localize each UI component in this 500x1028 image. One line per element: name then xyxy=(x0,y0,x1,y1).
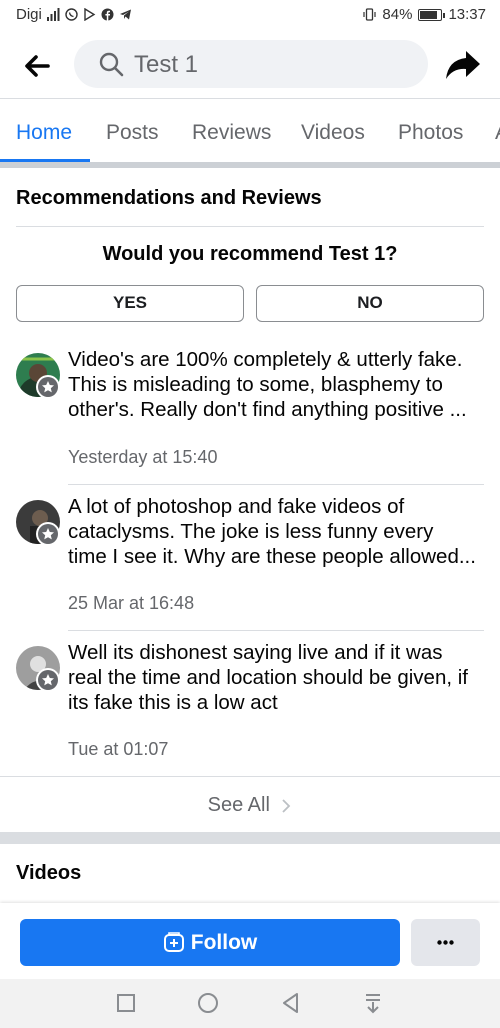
more-dots-icon xyxy=(437,940,454,945)
chevron-right-icon xyxy=(282,799,291,813)
reviewer-badge-icon xyxy=(36,375,60,399)
search-text: Test 1 xyxy=(134,51,199,78)
follow-label: Follow xyxy=(190,931,258,954)
tab-photos[interactable]: Photos xyxy=(398,121,463,145)
back-arrow-icon[interactable] xyxy=(20,49,54,83)
follow-icon xyxy=(163,932,184,952)
notification-pull-icon[interactable] xyxy=(361,991,385,1015)
reviewer-badge-icon xyxy=(36,668,60,692)
section-divider xyxy=(0,162,500,168)
whatsapp-icon xyxy=(65,8,78,21)
tab-posts[interactable]: Posts xyxy=(106,121,159,145)
review-time: 25 Mar at 16:48 xyxy=(68,593,195,613)
status-bar: Digi 84% 13:37 xyxy=(0,0,500,32)
section-divider xyxy=(0,832,500,844)
page-tabs: Home Posts Reviews Videos Photos A xyxy=(0,98,500,164)
review-time: Yesterday at 15:40 xyxy=(68,447,218,467)
review-text: Video's are 100% completely & utterly fa… xyxy=(68,348,467,421)
top-bar: Test 1 xyxy=(0,32,500,98)
search-icon xyxy=(99,52,124,77)
play-icon xyxy=(84,8,96,21)
search-input[interactable]: Test 1 xyxy=(74,40,428,88)
battery-icon xyxy=(418,8,446,21)
action-bar: Follow xyxy=(0,903,500,979)
carrier-label: Digi xyxy=(16,6,42,23)
divider xyxy=(68,484,484,485)
no-button[interactable]: NO xyxy=(256,285,484,322)
follow-button[interactable]: Follow xyxy=(20,919,400,966)
see-all-button[interactable]: See All xyxy=(0,776,500,832)
share-icon[interactable] xyxy=(444,48,482,82)
facebook-icon xyxy=(101,8,114,21)
vibrate-icon xyxy=(363,8,377,21)
recommend-question: Would you recommend Test 1? xyxy=(102,243,398,265)
recommendations-title: Recommendations and Reviews xyxy=(16,187,322,209)
review-text: A lot of photoshop and fake videos of ca… xyxy=(68,495,476,568)
more-options-button[interactable] xyxy=(411,919,480,966)
review-text: Well its dishonest saying live and if it… xyxy=(68,641,469,714)
divider xyxy=(68,630,484,631)
yes-button[interactable]: YES xyxy=(16,285,244,322)
tab-more[interactable]: A xyxy=(495,121,500,145)
tab-home[interactable]: Home xyxy=(16,121,72,145)
clock: 13:37 xyxy=(448,6,486,23)
reviewer-badge-icon xyxy=(36,522,60,546)
battery-percent: 84% xyxy=(382,6,413,23)
videos-title: Videos xyxy=(16,862,82,884)
home-circle-icon[interactable] xyxy=(196,991,220,1015)
recents-square-icon[interactable] xyxy=(114,991,138,1015)
review-time: Tue at 01:07 xyxy=(68,739,169,759)
see-all-label: See All xyxy=(207,794,270,816)
tab-reviews[interactable]: Reviews xyxy=(192,121,271,145)
back-triangle-icon[interactable] xyxy=(279,991,303,1015)
system-nav-bar xyxy=(0,979,500,1028)
telegram-icon xyxy=(119,9,131,20)
tab-videos[interactable]: Videos xyxy=(301,121,365,145)
divider xyxy=(16,226,484,227)
signal-icon xyxy=(46,8,60,21)
